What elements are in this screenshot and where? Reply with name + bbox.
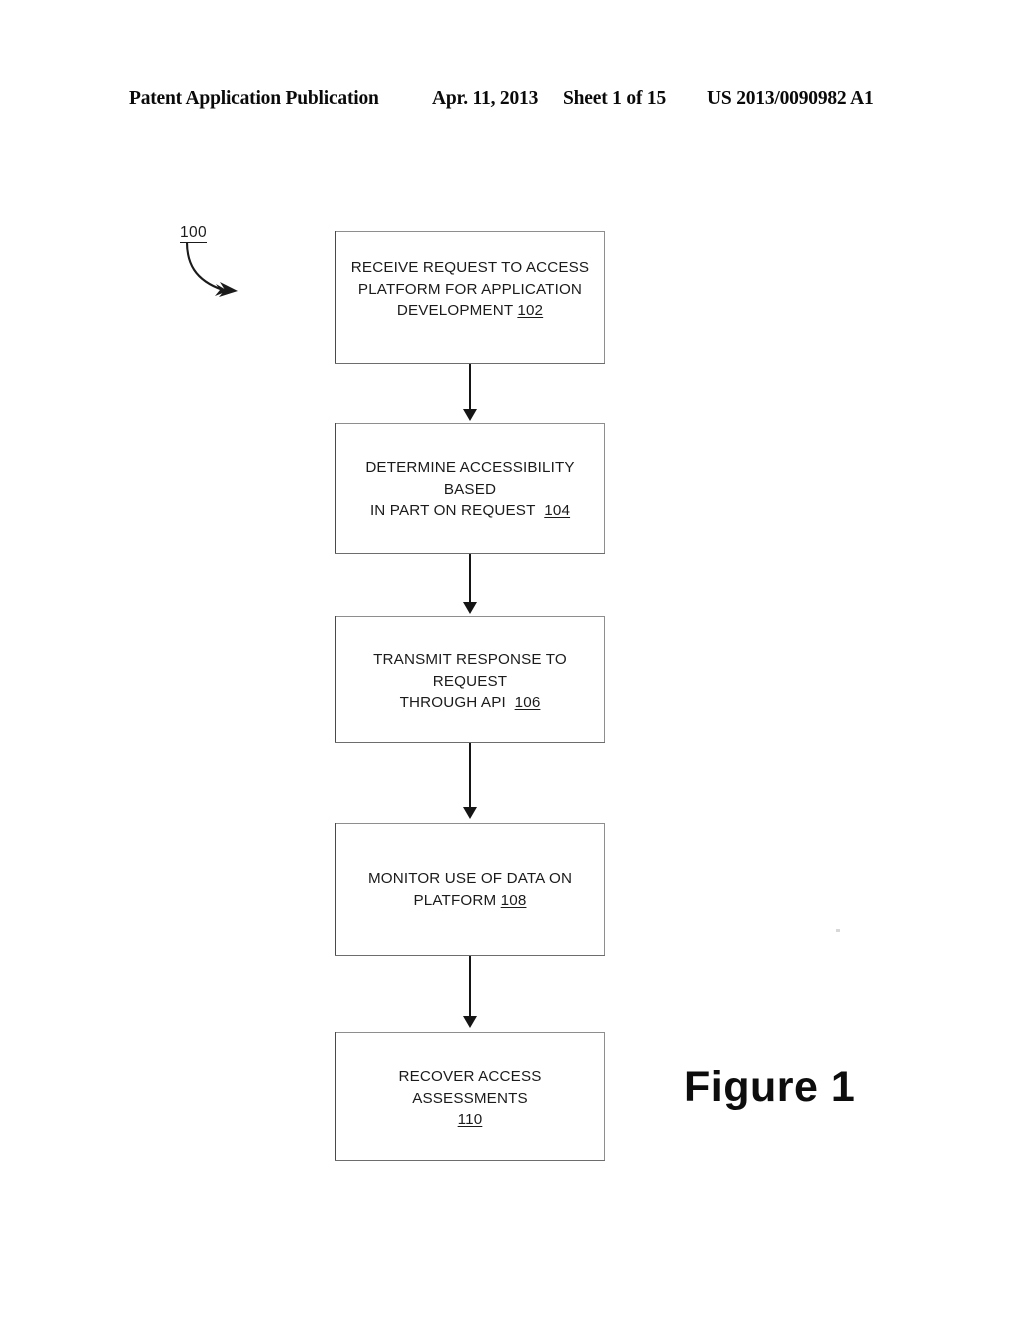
scan-artifact-speck <box>836 929 840 932</box>
flowchart-diagram: 100 RECEIVE REQUEST TO ACCESS PLATFORM FO… <box>0 0 1024 1320</box>
lead-line-arrow-icon <box>185 241 238 297</box>
flow-node-110-ref: 110 <box>457 1111 483 1129</box>
flow-node-102-text: RECEIVE REQUEST TO ACCESS PLATFORM FOR AP… <box>350 259 590 320</box>
flow-node-110[interactable]: RECOVER ACCESS ASSESSMENTS 110 <box>334 1031 606 1162</box>
flow-node-102-ref: 102 <box>517 302 544 320</box>
figure-caption: Figure 1 <box>684 1063 856 1111</box>
flow-node-110-text: RECOVER ACCESS ASSESSMENTS 110 <box>398 1068 542 1129</box>
flow-node-106-text: TRANSMIT RESPONSE TO REQUEST THROUGH API … <box>373 651 567 712</box>
flow-node-108[interactable]: MONITOR USE OF DATA ON PLATFORM 108 <box>334 822 606 957</box>
connector-108-to-110 <box>469 956 472 1016</box>
connector-106-to-108 <box>469 743 472 807</box>
arrowhead-102-to-104-icon <box>463 409 477 421</box>
arrowhead-104-to-106-icon <box>463 602 477 614</box>
flow-node-102[interactable]: RECEIVE REQUEST TO ACCESS PLATFORM FOR AP… <box>334 230 606 365</box>
flow-node-108-text: MONITOR USE OF DATA ON PLATFORM 108 <box>367 870 573 909</box>
connector-104-to-106 <box>469 554 472 602</box>
flow-node-108-ref: 108 <box>500 891 527 909</box>
flow-node-104[interactable]: DETERMINE ACCESSIBILITY BASED IN PART ON … <box>334 422 606 555</box>
arrowhead-106-to-108-icon <box>463 807 477 819</box>
arrowhead-108-to-110-icon <box>463 1016 477 1028</box>
flow-node-104-text: DETERMINE ACCESSIBILITY BASED IN PART ON … <box>365 459 575 520</box>
flow-node-104-ref: 104 <box>544 502 571 520</box>
flow-node-106-ref: 106 <box>514 694 541 712</box>
connector-102-to-104 <box>469 364 472 409</box>
flow-node-106[interactable]: TRANSMIT RESPONSE TO REQUEST THROUGH API … <box>334 615 606 744</box>
